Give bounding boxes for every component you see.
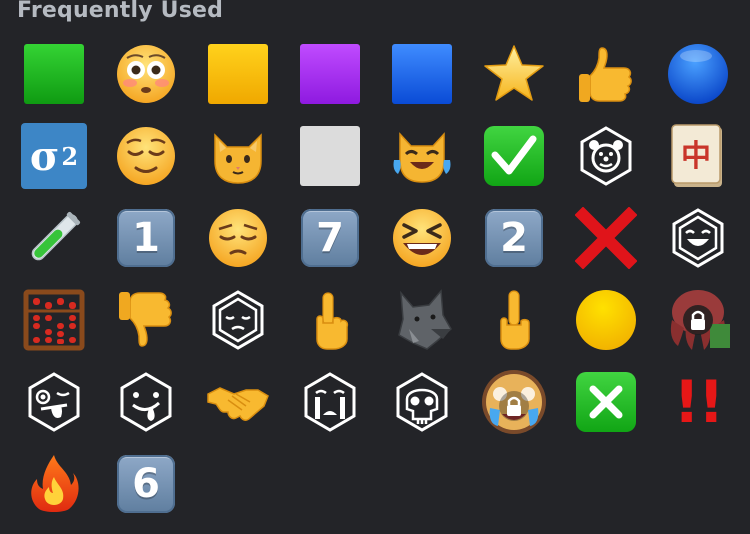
emoji-button[interactable] <box>202 38 274 110</box>
thumbs-down-icon <box>119 292 172 347</box>
grinning-squinting-face-icon <box>393 209 451 267</box>
emoji-button[interactable] <box>110 284 182 356</box>
emoji-button[interactable] <box>386 120 458 192</box>
emoji-button[interactable] <box>110 120 182 192</box>
pointing-up-icon <box>316 292 349 350</box>
locked-octopus-icon <box>670 290 730 350</box>
emoji-button[interactable] <box>570 366 642 438</box>
emoji-button[interactable] <box>294 366 366 438</box>
cross-mark-icon <box>575 207 637 269</box>
test-tube-icon <box>31 211 81 261</box>
cat-face-icon <box>214 133 262 184</box>
mahjong-red-dragon-icon: 中 <box>671 124 722 187</box>
middle-finger-icon <box>500 290 530 350</box>
thumbs-up-icon <box>579 47 632 102</box>
emoji-button[interactable] <box>294 120 366 192</box>
emoji-button[interactable] <box>478 120 550 192</box>
emoji-button[interactable] <box>478 284 550 356</box>
emoji-button[interactable] <box>18 284 90 356</box>
emoji-button[interactable]: 7 <box>294 202 366 274</box>
keycap-2-icon: 2 <box>485 209 543 267</box>
crying-hexagon-icon <box>304 372 356 432</box>
emoji-button[interactable] <box>202 202 274 274</box>
locked-crying-face-icon <box>482 370 546 434</box>
drooling-hexagon-icon <box>120 372 172 432</box>
emoji-button[interactable]: σ2 <box>18 120 90 192</box>
sigma-symbol: σ <box>29 132 60 180</box>
skull-hexagon-icon <box>396 372 448 432</box>
laughing-hexagon-icon <box>672 208 724 268</box>
flushed-face-icon <box>117 45 175 103</box>
green-square-icon <box>24 44 84 104</box>
emoji-button[interactable] <box>662 284 734 356</box>
emoji-button[interactable] <box>478 38 550 110</box>
emoji-button[interactable] <box>386 38 458 110</box>
abacus-icon <box>23 289 85 351</box>
relieved-face-icon <box>117 127 175 185</box>
emoji-button[interactable] <box>662 202 734 274</box>
emoji-picker-panel: Frequently Used σ 2 中 1 7 2 !! 6 <box>0 0 750 534</box>
pensive-face-icon <box>209 209 267 267</box>
cat-tears-of-joy-icon <box>393 132 451 183</box>
keycap-7-icon: 7 <box>301 209 359 267</box>
emoji-button[interactable] <box>294 38 366 110</box>
section-title: Frequently Used <box>17 0 224 23</box>
emoji-button[interactable] <box>570 202 642 274</box>
mahjong-character: 中 <box>681 139 711 174</box>
pensive-hexagon-icon <box>212 290 264 350</box>
blue-circle-icon <box>668 44 728 104</box>
emoji-button[interactable]: !! <box>662 366 734 438</box>
keycap-1-icon: 1 <box>117 209 175 267</box>
emoji-button[interactable] <box>386 366 458 438</box>
yellow-circle-icon <box>576 290 636 350</box>
emoji-button[interactable]: 2 <box>478 202 550 274</box>
emoji-button[interactable] <box>202 284 274 356</box>
emoji-button[interactable] <box>110 38 182 110</box>
sigma-squared-icon: σ2 <box>21 123 87 189</box>
white-square-icon <box>300 126 360 186</box>
emoji-button[interactable] <box>18 366 90 438</box>
cross-mark-button-icon <box>576 372 636 432</box>
emoji-button[interactable] <box>386 202 458 274</box>
emoji-button[interactable] <box>662 38 734 110</box>
keycap-6-icon: 6 <box>117 455 175 513</box>
emoji-button[interactable] <box>110 366 182 438</box>
sigma-exponent: 2 <box>61 141 79 171</box>
emoji-button[interactable] <box>202 120 274 192</box>
tongue-wink-hexagon-icon <box>28 372 80 432</box>
star-icon <box>484 45 544 101</box>
yellow-square-icon <box>208 44 268 104</box>
emoji-button[interactable] <box>18 38 90 110</box>
emoji-button[interactable]: 中 <box>662 120 734 192</box>
emoji-grid: σ2 中 1 7 2 !! 6 <box>10 36 746 528</box>
emoji-button[interactable]: 6 <box>110 448 182 520</box>
emoji-button[interactable] <box>294 284 366 356</box>
handshake-icon <box>207 387 269 421</box>
blue-square-icon <box>392 44 452 104</box>
purple-square-icon <box>300 44 360 104</box>
emoji-button[interactable] <box>18 448 90 520</box>
emoji-button[interactable]: 1 <box>110 202 182 274</box>
emoji-button[interactable] <box>570 284 642 356</box>
emoji-button[interactable] <box>386 284 458 356</box>
wolf-icon <box>398 289 452 350</box>
clown-hexagon-icon <box>580 126 632 186</box>
emoji-button[interactable] <box>18 202 90 274</box>
check-mark-button-icon <box>484 126 544 186</box>
emoji-button[interactable] <box>202 366 274 438</box>
fire-icon <box>31 455 79 512</box>
emoji-button[interactable] <box>478 366 550 438</box>
double-exclamation-icon: !! <box>673 368 725 436</box>
emoji-button[interactable] <box>570 120 642 192</box>
emoji-button[interactable] <box>570 38 642 110</box>
